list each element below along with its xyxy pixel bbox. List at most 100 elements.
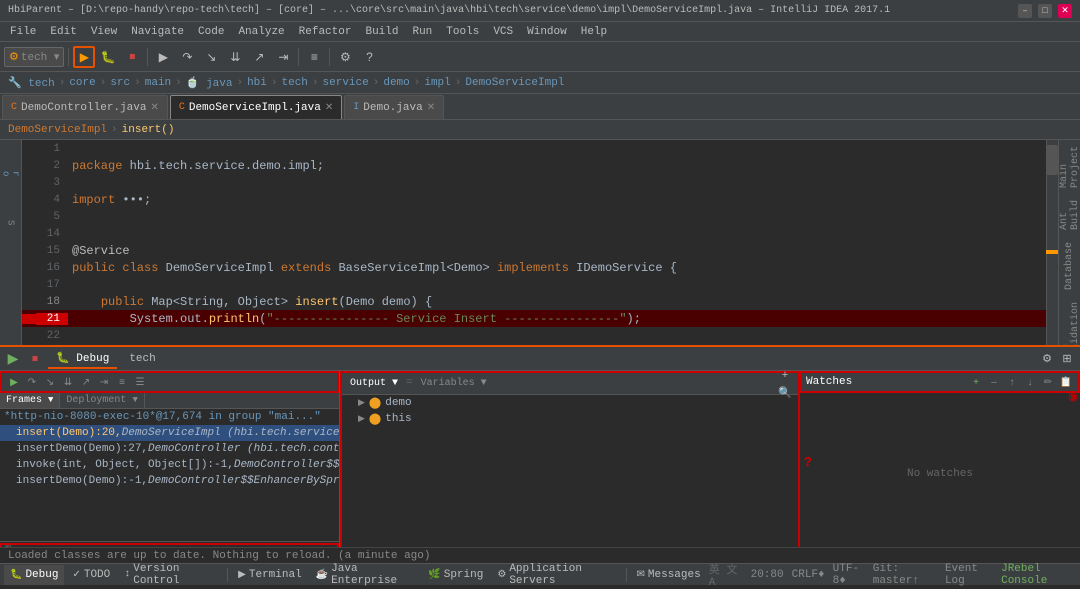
watch-up-button[interactable]: ↑: [1004, 374, 1020, 390]
run-button[interactable]: ▶: [73, 46, 95, 68]
debug-force-step-into-small[interactable]: ⇊: [60, 374, 76, 390]
code-editor[interactable]: 1 2 package hbi.tech.service.demo.impl; …: [22, 140, 1058, 345]
var-tab-output[interactable]: Output ▼: [346, 377, 402, 390]
menu-run[interactable]: Run: [406, 24, 438, 40]
evaluate-expression-button[interactable]: ≡: [303, 46, 325, 68]
debug-settings-button[interactable]: ⚙: [1038, 350, 1056, 368]
status-crlf[interactable]: CRLF♦: [792, 569, 825, 581]
debug-run-button[interactable]: 🐛: [97, 46, 119, 68]
menu-help[interactable]: Help: [575, 24, 613, 40]
bc-tech[interactable]: 🔧 tech: [8, 76, 55, 90]
run-to-cursor-button[interactable]: ⇥: [272, 46, 294, 68]
tab-democontroller[interactable]: C DemoController.java ✕: [2, 95, 168, 119]
watch-edit-button[interactable]: ✏: [1040, 374, 1056, 390]
bc-main[interactable]: main: [145, 77, 171, 89]
debug-run-cursor-small[interactable]: ⇥: [96, 374, 112, 390]
bottom-tab-todo[interactable]: ✓ TODO: [66, 565, 116, 585]
settings-button[interactable]: ⚙: [334, 46, 356, 68]
watch-copy-button[interactable]: 📋: [1058, 374, 1074, 390]
debug-resume-button[interactable]: ▶: [4, 350, 22, 368]
var-tab-variables[interactable]: Variables ▼: [417, 377, 491, 390]
status-jrebel[interactable]: JRebel Console: [1001, 563, 1076, 587]
debug-resume-small[interactable]: ▶: [6, 374, 22, 390]
debug-frames-btn[interactable]: ☰: [132, 374, 148, 390]
bc-demoserviceimpl[interactable]: DemoServiceImpl: [465, 77, 564, 89]
menu-window[interactable]: Window: [521, 24, 573, 40]
force-step-into-button[interactable]: ⇊: [224, 46, 246, 68]
tab-close-democontroller[interactable]: ✕: [150, 102, 158, 114]
watch-down-button[interactable]: ↓: [1022, 374, 1038, 390]
debug-tab-tech[interactable]: tech: [121, 351, 163, 367]
right-panel-sql[interactable]: SQL Validation: [1058, 296, 1080, 345]
resume-button[interactable]: ▶: [152, 46, 174, 68]
bottom-tab-java-enterprise[interactable]: ☕ Java Enterprise: [310, 565, 421, 585]
menu-edit[interactable]: Edit: [44, 24, 82, 40]
stack-frame-2[interactable]: invoke(int, Object, Object[]):-1, DemoCo…: [0, 457, 339, 473]
bc-hbi[interactable]: hbi: [247, 77, 267, 89]
tab-demo[interactable]: I Demo.java ✕: [344, 95, 444, 119]
close-button[interactable]: ✕: [1058, 4, 1072, 18]
bottom-tab-debug[interactable]: 🐛 Debug: [4, 565, 64, 585]
menu-code[interactable]: Code: [192, 24, 230, 40]
bottom-tab-messages[interactable]: ✉ Messages: [631, 565, 707, 585]
bc-demo[interactable]: demo: [383, 77, 409, 89]
debug-eval-small[interactable]: ≡: [114, 374, 130, 390]
bottom-tab-app-servers[interactable]: ⚙ Application Servers: [491, 565, 621, 585]
step-over-button[interactable]: ↷: [176, 46, 198, 68]
menu-navigate[interactable]: Navigate: [125, 24, 190, 40]
step-into-button[interactable]: ↘: [200, 46, 222, 68]
frames-tab-frames[interactable]: Frames ▼: [0, 393, 60, 408]
frames-tab-deployment[interactable]: Deployment ▼: [60, 393, 144, 408]
sidebar-project-icon[interactable]: Proj: [1, 144, 21, 204]
debug-step-over-small[interactable]: ↷: [24, 374, 40, 390]
status-event-log[interactable]: Event Log: [945, 563, 993, 587]
minimize-button[interactable]: –: [1018, 4, 1032, 18]
menu-tools[interactable]: Tools: [440, 24, 485, 40]
menu-refactor[interactable]: Refactor: [293, 24, 358, 40]
bc-core[interactable]: core: [69, 77, 95, 89]
bottom-tab-spring[interactable]: 🌿 Spring: [422, 565, 489, 585]
bc-java[interactable]: 🍵 java: [186, 76, 233, 90]
sidebar-structure-icon[interactable]: S: [1, 214, 21, 232]
menu-view[interactable]: View: [85, 24, 123, 40]
menu-build[interactable]: Build: [359, 24, 404, 40]
stack-frame-3[interactable]: insertDemo(Demo):-1, DemoController$$Enh…: [0, 473, 339, 489]
bottom-tab-vcs[interactable]: ↕ Version Control: [118, 565, 223, 585]
stack-frame-1[interactable]: insertDemo(Demo):27, DemoController (hbi…: [0, 441, 339, 457]
stack-frame-0[interactable]: insert(Demo):20, DemoServiceImpl (hbi.te…: [0, 425, 339, 441]
editor-scrollbar[interactable]: [1046, 140, 1058, 345]
bc-impl[interactable]: impl: [424, 77, 450, 89]
right-panel-ant-build[interactable]: Ant Build: [1058, 194, 1080, 236]
debug-layout-button[interactable]: ⊞: [1058, 350, 1076, 368]
maximize-button[interactable]: □: [1038, 4, 1052, 18]
menu-analyze[interactable]: Analyze: [232, 24, 290, 40]
help-toolbar-button[interactable]: ?: [358, 46, 380, 68]
tab-close-demo[interactable]: ✕: [427, 102, 435, 114]
tab-close-demoserviceimpl[interactable]: ✕: [325, 102, 333, 114]
bottom-tab-todo-label: TODO: [84, 569, 110, 581]
var-item-this[interactable]: ▶ ⬤ this: [342, 411, 798, 427]
stop-button[interactable]: ⏹: [121, 46, 143, 68]
menu-file[interactable]: File: [4, 24, 42, 40]
right-panel-main-project[interactable]: Main Project: [1058, 140, 1080, 194]
debug-step-into-small[interactable]: ↘: [42, 374, 58, 390]
debug-stop-button[interactable]: ⏹: [26, 350, 44, 368]
tab-demoserviceimpl[interactable]: C DemoServiceImpl.java ✕: [170, 95, 342, 119]
bottom-tab-terminal[interactable]: ▶ Terminal: [232, 565, 308, 585]
bc-service[interactable]: service: [323, 77, 369, 89]
status-encoding[interactable]: UTF-8♦: [833, 563, 865, 587]
watch-remove-button[interactable]: –: [986, 374, 1002, 390]
right-panel-database[interactable]: Database: [1062, 236, 1077, 296]
menu-vcs[interactable]: VCS: [487, 24, 519, 40]
bc-src[interactable]: src: [110, 77, 130, 89]
var-add-button[interactable]: +: [776, 371, 794, 384]
debug-tab-debug[interactable]: 🐛 Debug: [48, 349, 117, 369]
status-branch[interactable]: Git: master↑: [873, 563, 937, 587]
watch-add-button[interactable]: +: [968, 374, 984, 390]
debug-step-out-small[interactable]: ↗: [78, 374, 94, 390]
project-dropdown[interactable]: ⚙ tech ▾: [4, 47, 64, 67]
step-out-button[interactable]: ↗: [248, 46, 270, 68]
bc-tech2[interactable]: tech: [282, 77, 308, 89]
var-item-demo[interactable]: ▶ ⬤ demo: [342, 395, 798, 411]
breakpoint-21[interactable]: [24, 314, 34, 324]
